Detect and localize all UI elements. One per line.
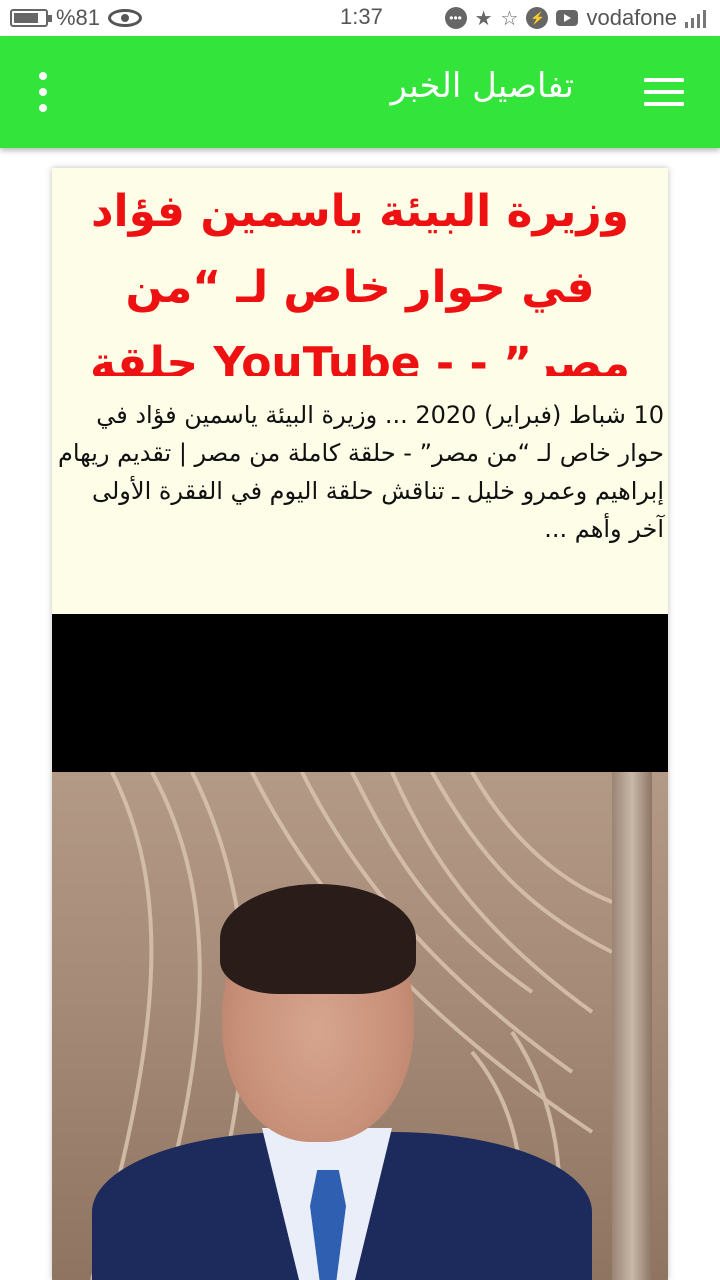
person-hair <box>220 884 416 994</box>
menu-icon[interactable] <box>644 78 684 106</box>
app-bar: تفاصيل الخبر <box>0 36 720 148</box>
snippet-line-1: 10 شباط (فبراير) 2020 ... وزيرة البيئة ي… <box>58 401 664 467</box>
status-bar: %81 1:37 ••• ★ ☆ ⚡ vodafone <box>0 0 720 36</box>
background-pole <box>612 772 652 1280</box>
clock: 1:37 <box>340 4 383 29</box>
battery-icon <box>10 9 52 27</box>
video-thumbnail[interactable] <box>52 614 668 1280</box>
article-headline[interactable]: وزيرة البيئة ياسمين فؤاد في حوار خاص لـ … <box>52 168 668 376</box>
messenger-icon: ⚡ <box>526 7 549 29</box>
status-bar-left: %81 <box>10 5 143 31</box>
article-snippet: 10 شباط (فبراير) 2020 ... وزيرة البيئة ي… <box>52 376 668 614</box>
status-bar-right: ••• ★ ☆ ⚡ vodafone <box>444 5 706 31</box>
youtube-icon <box>556 10 579 26</box>
overflow-menu-icon[interactable] <box>36 72 50 112</box>
star-outline-icon: ☆ <box>500 7 519 30</box>
star-filled-icon: ★ <box>474 7 493 30</box>
battery-percent: %81 <box>56 5 101 30</box>
page-title: تفاصيل الخبر <box>390 66 574 106</box>
battery-fill <box>14 13 39 23</box>
chat-bubble-icon: ••• <box>444 7 467 29</box>
snippet-line-2: إبراهيم وعمرو خليل ـ تناقش حلقة اليوم في… <box>91 477 664 543</box>
signal-icon <box>685 8 706 28</box>
carrier-name: vodafone <box>586 5 677 30</box>
video-frame <box>52 772 668 1280</box>
eye-icon <box>108 9 143 27</box>
article-card: وزيرة البيئة ياسمين فؤاد في حوار خاص لـ … <box>52 168 668 1280</box>
